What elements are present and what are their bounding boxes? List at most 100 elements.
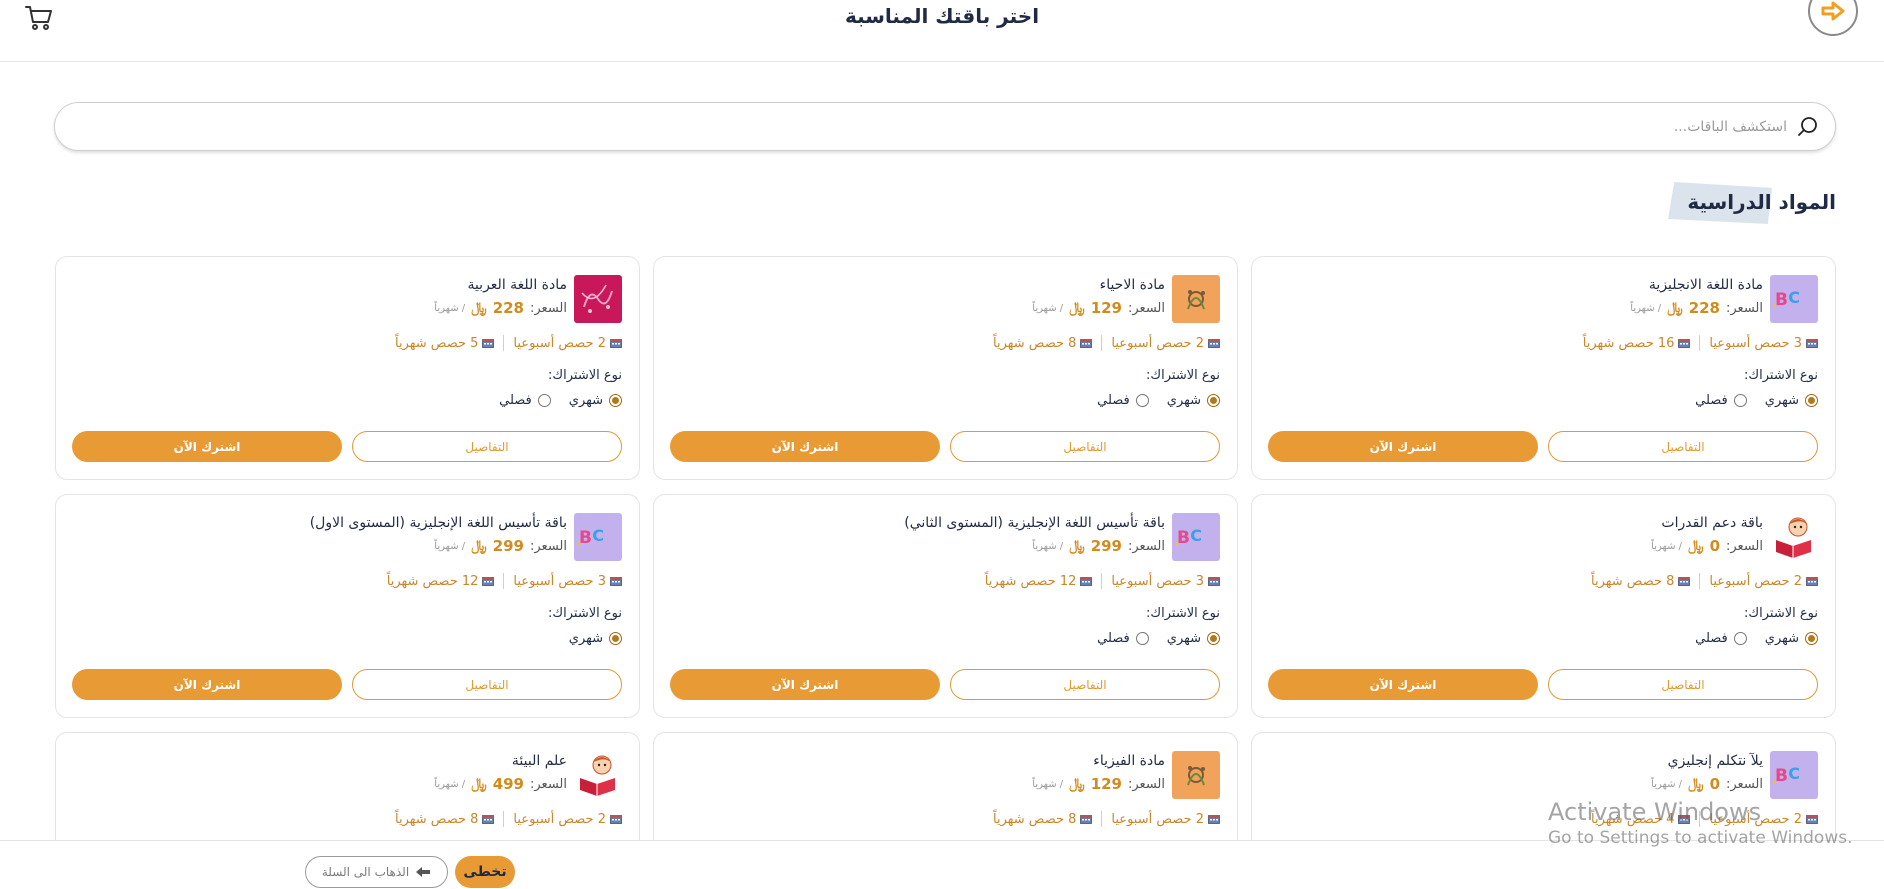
radio-term[interactable]: فصلي <box>1097 393 1149 408</box>
calendar-icon <box>1208 576 1220 586</box>
per-month-label: / شهرياً <box>1032 540 1064 552</box>
weekly-sessions: 3 حصص أسبوعيا <box>513 574 622 589</box>
monthly-sessions-text: 8 حصص شهرياً <box>395 811 479 827</box>
subscribe-button[interactable]: اشترك الآن <box>670 431 940 462</box>
radio-dot[interactable] <box>1207 632 1220 645</box>
weekly-sessions-text: 3 حصص أسبوعيا <box>1111 573 1204 589</box>
svg-text:C: C <box>592 526 604 545</box>
radio-dot[interactable] <box>1207 394 1220 407</box>
per-month-label: / شهرياً <box>1651 540 1683 552</box>
cart-button[interactable] <box>22 2 56 34</box>
subscribe-button[interactable]: اشترك الآن <box>72 669 342 700</box>
radio-dot[interactable] <box>1733 632 1747 645</box>
price-value: 129 <box>1090 775 1122 793</box>
package-thumbnail: ABC <box>574 513 622 561</box>
details-button[interactable]: التفاصيل <box>1548 669 1818 700</box>
riyal-icon: ﷼ <box>471 776 487 792</box>
radio-dot[interactable] <box>537 394 551 407</box>
radio-term-label: فصلي <box>1695 631 1728 646</box>
monthly-sessions-text: 16 حصص شهرياً <box>1582 335 1675 351</box>
svg-text:C: C <box>1190 526 1202 545</box>
package-title: باقة تأسيس اللغة الإنجليزية (المستوى الا… <box>309 515 567 531</box>
price-row: السعر: 129 ﷼ / شهرياً <box>1032 299 1165 317</box>
calendar-icon <box>1208 814 1220 824</box>
monthly-sessions: 4 حصص شهرياً <box>1591 812 1691 827</box>
package-title: مادة اللغة العربية <box>467 277 567 293</box>
radio-monthly[interactable]: شهري <box>1167 393 1220 408</box>
price-row: السعر: 228 ﷼ / شهرياً <box>1630 299 1763 317</box>
radio-term[interactable]: فصلي <box>499 393 551 408</box>
per-month-label: / شهرياً <box>1032 302 1064 314</box>
price-value: 228 <box>1688 299 1720 317</box>
price-row: السعر: 129 ﷼ / شهرياً <box>1032 775 1165 793</box>
radio-dot[interactable] <box>609 632 622 645</box>
card-actions: التفاصيل اشترك الآن <box>72 431 622 462</box>
radio-dot[interactable] <box>1135 632 1149 645</box>
price-label: السعر: <box>1726 538 1763 554</box>
riyal-icon: ﷼ <box>471 300 487 316</box>
package-thumbnail: ABC <box>1770 751 1818 799</box>
radio-monthly[interactable]: شهري <box>569 631 622 646</box>
price-row: السعر: 499 ﷼ / شهرياً <box>434 775 567 793</box>
package-title: باقة دعم القدرات <box>1661 515 1763 531</box>
price-row: السعر: 0 ﷼ / شهرياً <box>1651 775 1763 793</box>
go-to-cart-button[interactable]: الذهاب الى السلة <box>305 856 448 888</box>
details-button[interactable]: التفاصيل <box>352 431 622 462</box>
details-button[interactable]: التفاصيل <box>1548 431 1818 462</box>
radio-term[interactable]: فصلي <box>1695 393 1747 408</box>
calendar-icon <box>482 814 495 824</box>
sessions-row: 2 حصص أسبوعيا 5 حصص شهرياً <box>395 335 622 351</box>
section-header: المواد الدراسية <box>1668 182 1836 224</box>
subscribe-button[interactable]: اشترك الآن <box>670 669 940 700</box>
subscription-type-label: نوع الاشتراك: <box>1146 368 1220 383</box>
riyal-icon: ﷼ <box>1069 300 1085 316</box>
radio-dot[interactable] <box>1805 632 1818 645</box>
price-value: 129 <box>1090 299 1122 317</box>
monthly-sessions: 8 حصص شهرياً <box>1591 574 1691 589</box>
details-button[interactable]: التفاصيل <box>352 669 622 700</box>
bottom-bar: تخطى الذهاب الى السلة <box>0 840 1884 889</box>
details-button[interactable]: التفاصيل <box>950 431 1220 462</box>
weekly-sessions: 2 حصص أسبوعيا <box>1709 574 1818 589</box>
weekly-sessions-text: 2 حصص أسبوعيا <box>1709 573 1802 589</box>
weekly-sessions-text: 2 حصص أسبوعيا <box>1111 811 1204 827</box>
sessions-row: 3 حصص أسبوعيا 12 حصص شهرياً <box>985 573 1220 589</box>
calendar-icon <box>1806 338 1818 348</box>
subscribe-button[interactable]: اشترك الآن <box>1268 431 1538 462</box>
riyal-icon: ﷼ <box>1069 538 1085 554</box>
radio-monthly[interactable]: شهري <box>1765 631 1818 646</box>
search-bar <box>54 102 1836 151</box>
package-title: باقة تأسيس اللغة الإنجليزية (المستوى الث… <box>904 515 1165 531</box>
search-input[interactable] <box>55 106 1787 147</box>
riyal-icon: ﷼ <box>471 538 487 554</box>
radio-dot[interactable] <box>1805 394 1818 407</box>
calendar-icon <box>610 814 622 824</box>
subscribe-button[interactable]: اشترك الآن <box>72 431 342 462</box>
radio-monthly-label: شهري <box>1166 631 1201 646</box>
package-thumbnail <box>1172 275 1220 323</box>
subscription-type-label: نوع الاشتراك: <box>1744 606 1818 621</box>
radio-monthly[interactable]: شهري <box>1167 631 1220 646</box>
skip-button[interactable]: تخطى <box>455 856 515 888</box>
svg-text:C: C <box>1788 764 1800 783</box>
weekly-sessions: 3 حصص أسبوعيا <box>1111 574 1220 589</box>
radio-dot[interactable] <box>1135 394 1149 407</box>
radio-monthly[interactable]: شهري <box>569 393 622 408</box>
radio-monthly[interactable]: شهري <box>1765 393 1818 408</box>
subscribe-button[interactable]: اشترك الآن <box>1268 669 1538 700</box>
svg-text:C: C <box>1788 288 1800 307</box>
radio-dot[interactable] <box>1733 394 1747 407</box>
radio-dot[interactable] <box>609 394 622 407</box>
calendar-icon <box>482 576 495 586</box>
subscription-type-options: شهري فصلي <box>1695 393 1818 408</box>
riyal-icon: ﷼ <box>1688 776 1704 792</box>
radio-term[interactable]: فصلي <box>1695 631 1747 646</box>
monthly-sessions: 8 حصص شهرياً <box>993 812 1093 827</box>
subscription-type-options: شهري فصلي <box>1097 631 1220 646</box>
radio-term[interactable]: فصلي <box>1097 631 1149 646</box>
price-label: السعر: <box>1726 300 1763 316</box>
monthly-sessions: 12 حصص شهرياً <box>387 574 495 589</box>
details-button[interactable]: التفاصيل <box>950 669 1220 700</box>
card-actions: التفاصيل اشترك الآن <box>1268 669 1818 700</box>
monthly-sessions-text: 5 حصص شهرياً <box>395 335 479 351</box>
